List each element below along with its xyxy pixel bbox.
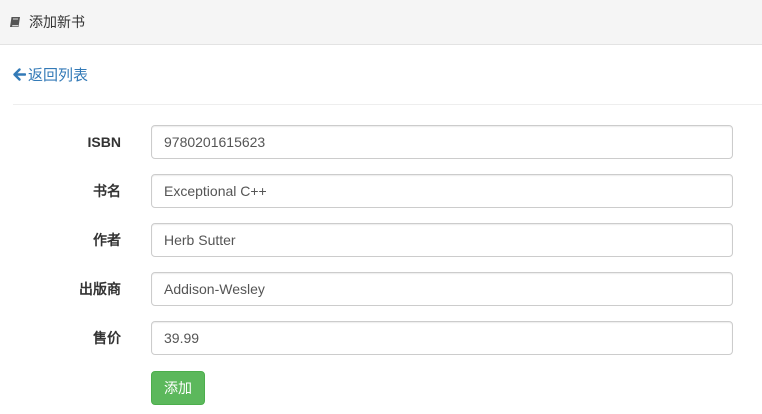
author-label: 作者	[93, 232, 121, 248]
price-field[interactable]	[151, 321, 733, 355]
divider	[13, 104, 762, 105]
isbn-field[interactable]	[151, 125, 733, 159]
publisher-label: 出版商	[79, 281, 121, 297]
title-field[interactable]	[151, 174, 733, 208]
page-title: 添加新书	[29, 14, 85, 30]
form-row-author: 作者	[0, 223, 762, 257]
form-row-title: 书名	[0, 174, 762, 208]
add-book-button[interactable]: 添加	[151, 371, 205, 405]
author-field[interactable]	[151, 223, 733, 257]
form-row-isbn: ISBN	[0, 125, 762, 159]
isbn-label: ISBN	[87, 134, 121, 150]
arrow-left-icon	[13, 68, 26, 81]
price-label: 售价	[93, 330, 121, 346]
form-row-price: 售价	[0, 321, 762, 355]
back-link-label: 返回列表	[28, 67, 89, 84]
title-label: 书名	[93, 183, 121, 199]
form-row-publisher: 出版商	[0, 272, 762, 306]
back-to-list-link[interactable]: 返回列表	[13, 64, 88, 85]
book-icon	[9, 16, 21, 28]
panel-heading: 添加新书	[0, 0, 762, 45]
publisher-field[interactable]	[151, 272, 733, 306]
